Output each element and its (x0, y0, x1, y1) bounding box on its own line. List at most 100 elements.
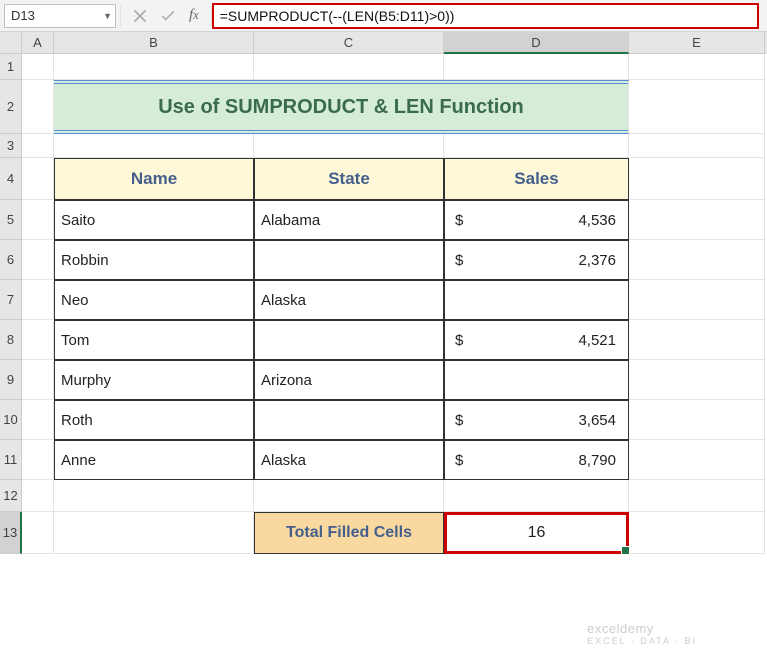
table-header-state[interactable]: State (254, 158, 444, 200)
cell[interactable] (629, 54, 765, 80)
cell[interactable] (22, 400, 54, 440)
name-box[interactable]: D13 ▼ (4, 4, 116, 28)
cell[interactable] (22, 158, 54, 200)
cell[interactable] (629, 80, 765, 134)
name-box-value: D13 (11, 8, 35, 23)
cell[interactable] (22, 240, 54, 280)
header-label: Sales (514, 169, 558, 189)
table-cell-sales[interactable] (444, 280, 629, 320)
table-cell-name[interactable]: Tom (54, 320, 254, 360)
formula-bar: D13 ▼ fx =SUMPRODUCT(--(LEN(B5:D11)>0)) (0, 0, 767, 32)
cell[interactable] (254, 134, 444, 158)
table-cell-state[interactable] (254, 240, 444, 280)
sales-value: 4,536 (578, 212, 616, 229)
row-header-3[interactable]: 3 (0, 134, 22, 158)
cell[interactable] (629, 512, 765, 554)
table-cell-name[interactable]: Anne (54, 440, 254, 480)
table-header-name[interactable]: Name (54, 158, 254, 200)
cell[interactable] (54, 134, 254, 158)
cancel-icon[interactable] (133, 9, 147, 23)
col-header-C[interactable]: C (254, 32, 444, 54)
header-label: Name (131, 169, 177, 189)
row-header-6[interactable]: 6 (0, 240, 22, 280)
title-text: Use of SUMPRODUCT & LEN Function (158, 96, 524, 119)
cell[interactable] (444, 54, 629, 80)
currency-symbol: $ (455, 452, 463, 469)
cell[interactable] (444, 134, 629, 158)
row-header-10[interactable]: 10 (0, 400, 22, 440)
table-cell-name[interactable]: Roth (54, 400, 254, 440)
table-header-sales[interactable]: Sales (444, 158, 629, 200)
table-cell-sales[interactable]: $4,521 (444, 320, 629, 360)
title-cell[interactable]: Use of SUMPRODUCT & LEN Function (54, 80, 629, 134)
cell[interactable] (22, 320, 54, 360)
cell[interactable] (22, 512, 54, 554)
col-header-B[interactable]: B (54, 32, 254, 54)
select-all-corner[interactable] (0, 32, 22, 54)
row-header-7[interactable]: 7 (0, 280, 22, 320)
watermark-line1: exceldemy (587, 621, 654, 636)
row-header-2[interactable]: 2 (0, 80, 22, 134)
row-header-9[interactable]: 9 (0, 360, 22, 400)
cell[interactable] (22, 134, 54, 158)
cell[interactable] (629, 280, 765, 320)
cell[interactable] (629, 360, 765, 400)
col-header-A[interactable]: A (22, 32, 54, 54)
cell[interactable] (629, 240, 765, 280)
row-header-11[interactable]: 11 (0, 440, 22, 480)
cell[interactable] (22, 280, 54, 320)
table-cell-state[interactable] (254, 400, 444, 440)
table-cell-sales[interactable]: $2,376 (444, 240, 629, 280)
table-cell-state[interactable]: Arizona (254, 360, 444, 400)
cell[interactable] (444, 480, 629, 512)
cell[interactable] (22, 80, 54, 134)
fx-icon[interactable]: fx (189, 7, 199, 24)
cell[interactable] (22, 480, 54, 512)
table-cell-sales[interactable]: $8,790 (444, 440, 629, 480)
confirm-icon[interactable] (161, 9, 175, 23)
table-cell-state[interactable]: Alaska (254, 280, 444, 320)
cell[interactable] (254, 54, 444, 80)
chevron-down-icon[interactable]: ▼ (103, 11, 112, 21)
table-cell-name[interactable]: Murphy (54, 360, 254, 400)
table-cell-state[interactable]: Alabama (254, 200, 444, 240)
table-cell-name[interactable]: Saito (54, 200, 254, 240)
row-header-1[interactable]: 1 (0, 54, 22, 80)
sales-value: 4,521 (578, 332, 616, 349)
table-cell-state[interactable]: Alaska (254, 440, 444, 480)
table-cell-name[interactable]: Robbin (54, 240, 254, 280)
cell[interactable] (629, 158, 765, 200)
col-header-E[interactable]: E (629, 32, 765, 54)
cell[interactable] (54, 512, 254, 554)
table-cell-sales[interactable]: $3,654 (444, 400, 629, 440)
cell[interactable] (54, 480, 254, 512)
cell[interactable] (22, 440, 54, 480)
formula-input[interactable]: =SUMPRODUCT(--(LEN(B5:D11)>0)) (212, 3, 759, 29)
row-header-8[interactable]: 8 (0, 320, 22, 360)
cell[interactable] (254, 480, 444, 512)
total-label-cell[interactable]: Total Filled Cells (254, 512, 444, 554)
cell[interactable] (629, 400, 765, 440)
cell[interactable] (22, 54, 54, 80)
cell[interactable] (629, 200, 765, 240)
cell[interactable] (629, 480, 765, 512)
col-header-D[interactable]: D (444, 32, 629, 54)
cell[interactable] (629, 440, 765, 480)
cell[interactable] (54, 54, 254, 80)
cell[interactable] (629, 134, 765, 158)
cell[interactable] (629, 320, 765, 360)
currency-symbol: $ (455, 332, 463, 349)
row-header-5[interactable]: 5 (0, 200, 22, 240)
total-label-text: Total Filled Cells (286, 524, 412, 542)
row-header-4[interactable]: 4 (0, 158, 22, 200)
table-cell-sales[interactable] (444, 360, 629, 400)
cell[interactable] (22, 360, 54, 400)
sales-value: 3,654 (578, 412, 616, 429)
table-cell-state[interactable] (254, 320, 444, 360)
row-header-13[interactable]: 13 (0, 512, 22, 554)
table-cell-name[interactable]: Neo (54, 280, 254, 320)
row-header-12[interactable]: 12 (0, 480, 22, 512)
table-cell-sales[interactable]: $4,536 (444, 200, 629, 240)
active-cell-D13[interactable]: 16 (444, 512, 629, 554)
cell[interactable] (22, 200, 54, 240)
